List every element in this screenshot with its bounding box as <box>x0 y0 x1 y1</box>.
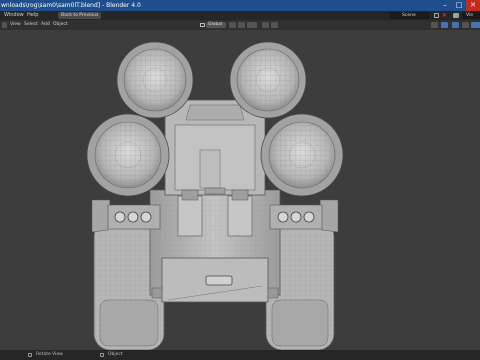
transform-orientation-dropdown[interactable]: Global <box>206 22 226 28</box>
back-to-previous-button[interactable]: Back to Previous <box>58 12 102 19</box>
proportional-edit-icon[interactable] <box>262 22 269 28</box>
view-layer-selector[interactable]: Vie <box>462 12 480 19</box>
close-button[interactable]: ✕ <box>466 0 480 11</box>
mouse-right-icon <box>100 353 104 357</box>
xray-icon[interactable] <box>462 22 469 28</box>
status-rotate-view: Rotate View <box>36 352 63 357</box>
menu-add[interactable]: Add <box>41 20 50 30</box>
menu-help[interactable]: Help <box>27 11 38 20</box>
menu-select[interactable]: Select <box>24 20 38 30</box>
pivot-icon[interactable] <box>229 22 236 28</box>
pod-top-left <box>116 41 194 119</box>
window-title: wnloads\rog\sam0\sam0lT.blend] - Blender… <box>1 2 141 9</box>
left-lights <box>107 204 161 230</box>
mouse-icon <box>28 353 32 357</box>
window-title-bar: wnloads\rog\sam0\sam0lT.blend] - Blender… <box>0 0 480 11</box>
menu-object[interactable]: Object <box>53 20 68 30</box>
scene-selector[interactable]: Scene <box>390 12 430 19</box>
3d-viewport[interactable] <box>0 30 480 350</box>
transform-orientation-label: Global <box>208 22 223 27</box>
back-to-previous-label: Back to Previous <box>61 13 99 18</box>
viewport-header: View Select Add Object Global <box>0 20 480 30</box>
menu-view[interactable]: View <box>10 20 21 30</box>
visibility-icon[interactable] <box>431 22 438 28</box>
snap-target-icon[interactable] <box>247 22 257 28</box>
overlays-icon[interactable] <box>452 22 459 28</box>
gizmo-icon[interactable] <box>441 22 448 28</box>
top-menu-bar: Window Help Back to Previous Scene ✕ Vie <box>0 11 480 20</box>
minimize-button[interactable]: – <box>438 0 452 11</box>
pod-top-right <box>229 41 307 119</box>
transform-orientation-icon <box>200 23 205 27</box>
pod-bottom-right <box>260 113 344 197</box>
scene-new-icon[interactable] <box>434 13 439 18</box>
pod-bottom-left <box>86 113 170 197</box>
front-panel <box>151 257 279 303</box>
status-object: Object <box>108 352 123 357</box>
shading-icon[interactable] <box>471 22 480 28</box>
scene-close-icon[interactable]: ✕ <box>442 11 447 20</box>
model-render <box>86 41 344 350</box>
maximize-button[interactable]: □ <box>452 0 466 11</box>
view-layer-icon <box>453 13 459 18</box>
status-bar: Rotate View Object <box>0 350 480 360</box>
editor-type-icon[interactable] <box>2 22 7 28</box>
falloff-icon[interactable] <box>271 22 278 28</box>
magnet-icon[interactable] <box>238 22 245 28</box>
scene-label: Scene <box>402 13 416 18</box>
view-layer-label: Vie <box>466 13 473 18</box>
menu-window[interactable]: Window <box>4 11 24 20</box>
right-lights <box>269 204 323 230</box>
